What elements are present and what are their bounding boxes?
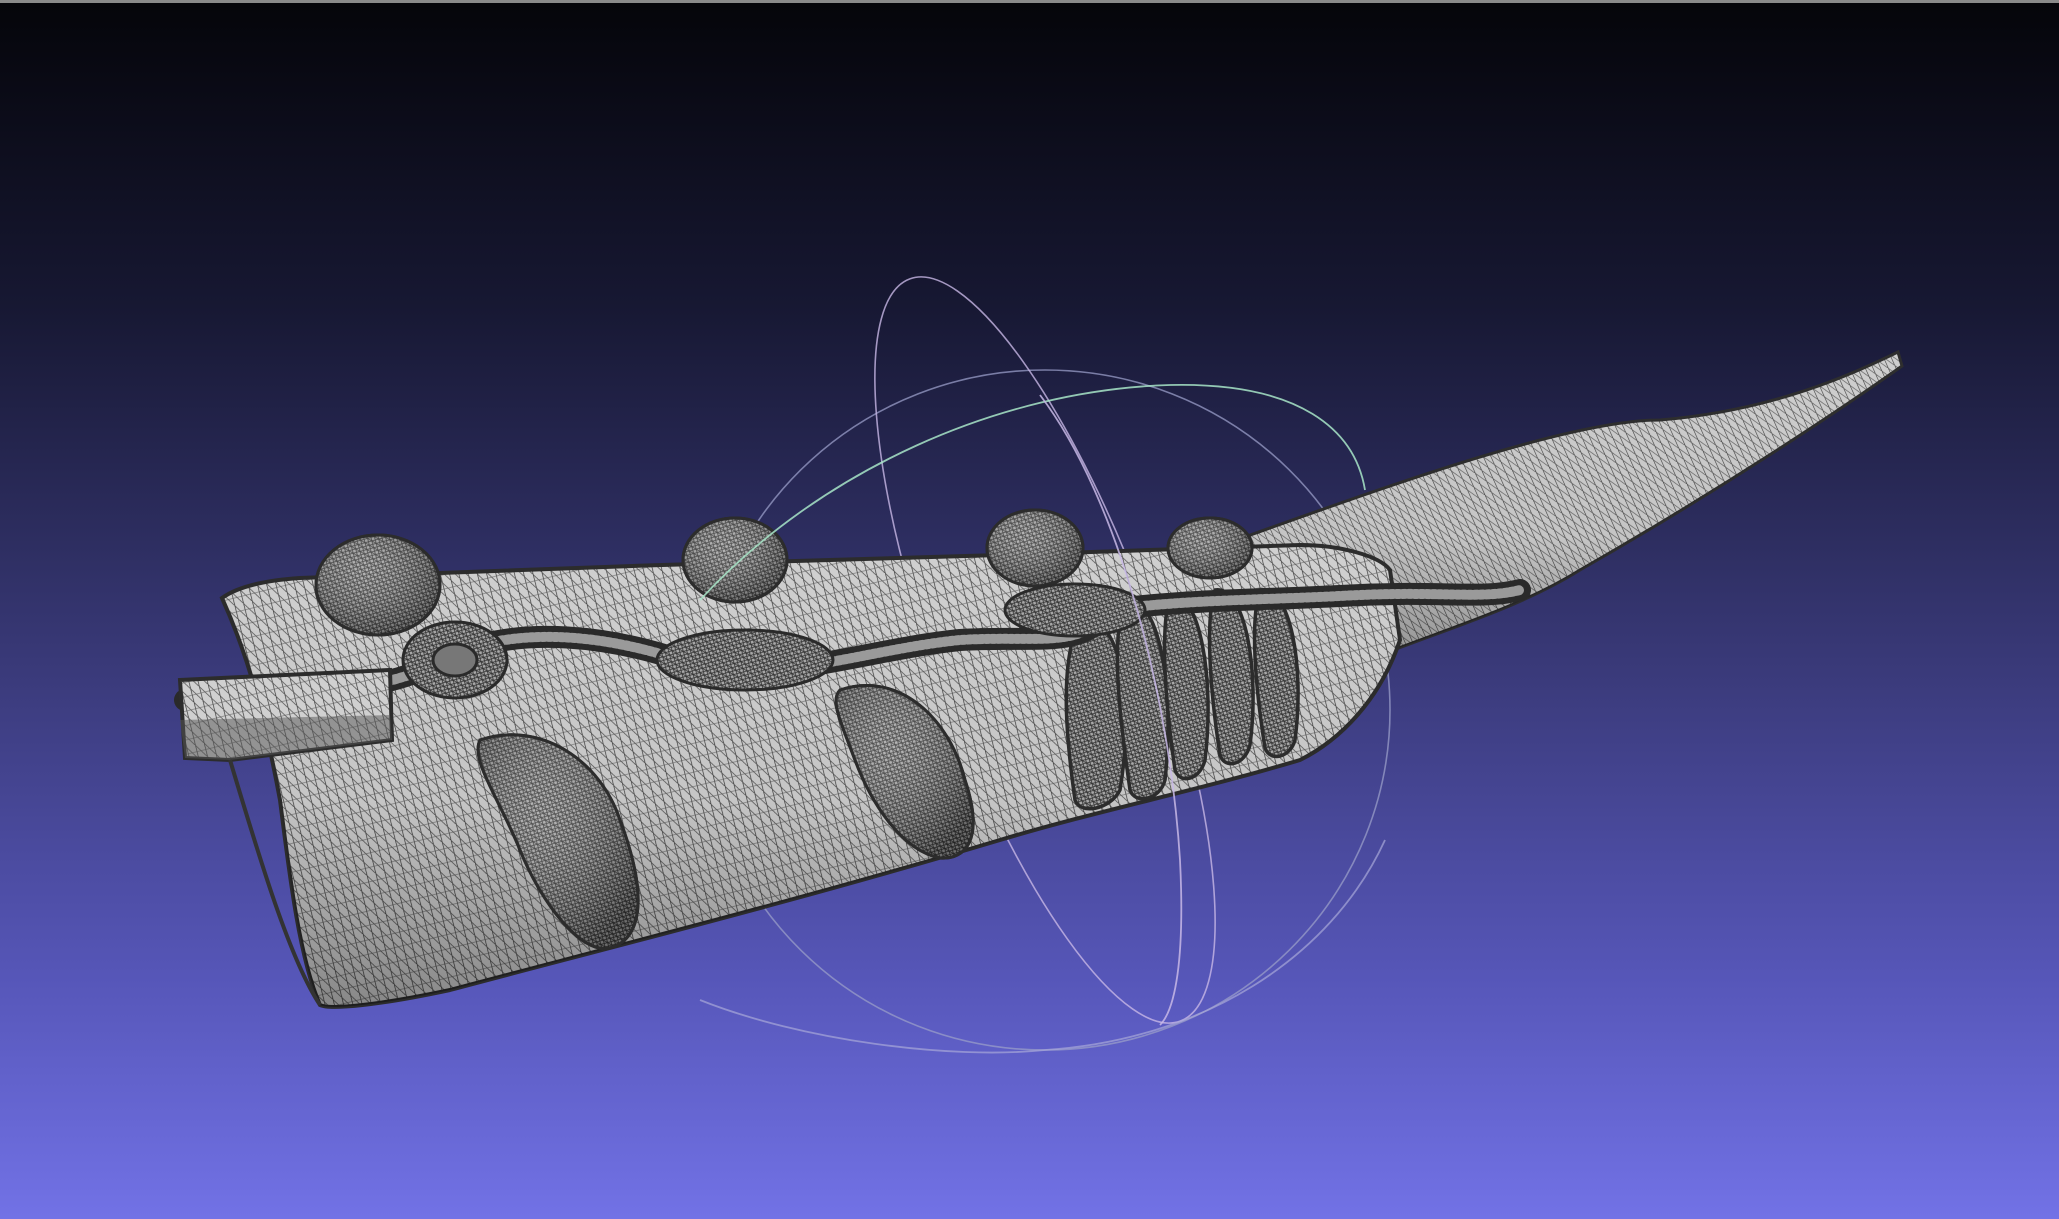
mesh-scene[interactable] [0, 0, 2059, 1219]
3d-viewport[interactable] [0, 0, 2059, 1219]
